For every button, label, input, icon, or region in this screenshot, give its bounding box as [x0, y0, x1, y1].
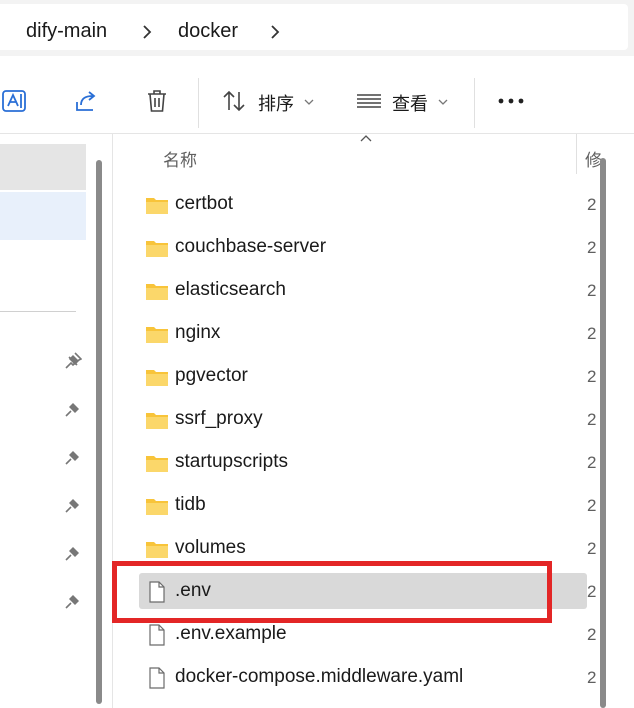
sort-ascending-caret-icon — [360, 135, 372, 142]
breadcrumb-item-dify-main[interactable]: dify-main — [26, 20, 107, 43]
toolbar-divider — [198, 78, 199, 128]
share-icon[interactable] — [73, 88, 99, 114]
navigation-pane — [0, 134, 110, 708]
item-date-truncated: 2 — [587, 324, 597, 343]
folder-row[interactable]: nginx 2 — [139, 315, 596, 351]
more-icon[interactable] — [498, 88, 524, 114]
item-date-truncated: 2 — [587, 625, 597, 644]
item-name: volumes — [175, 537, 246, 558]
view-button-label[interactable]: 查看 — [392, 90, 428, 116]
item-date-truncated: 2 — [587, 496, 597, 515]
annotation-highlight-box — [112, 561, 552, 623]
item-name: couchbase-server — [175, 236, 327, 257]
folder-icon — [146, 327, 168, 343]
pin-icon[interactable] — [64, 592, 82, 610]
file-icon — [149, 667, 165, 689]
folder-row[interactable]: tidb 2 — [139, 487, 596, 523]
item-name: .env.example — [175, 623, 287, 644]
folder-icon — [146, 542, 168, 558]
nav-scrollbar[interactable] — [96, 160, 102, 704]
pin-icon[interactable] — [64, 544, 82, 562]
folder-row[interactable]: couchbase-server 2 — [139, 229, 596, 265]
item-date-truncated: 2 — [587, 539, 597, 558]
folder-icon — [146, 284, 168, 300]
delete-icon[interactable] — [145, 88, 171, 114]
pin-icon[interactable] — [64, 352, 82, 370]
sort-button-label[interactable]: 排序 — [258, 90, 294, 116]
chevron-right-icon[interactable] — [140, 24, 154, 40]
file-icon — [149, 624, 165, 646]
rename-icon[interactable] — [2, 88, 28, 114]
list-scrollbar[interactable] — [600, 158, 606, 708]
item-date-truncated: 2 — [587, 238, 597, 257]
item-name: nginx — [175, 322, 221, 343]
chevron-down-icon[interactable] — [438, 98, 448, 106]
folder-icon — [146, 198, 168, 214]
item-date-truncated: 2 — [587, 453, 597, 472]
folder-icon — [146, 456, 168, 472]
item-name: tidb — [175, 494, 206, 515]
item-name: certbot — [175, 193, 234, 214]
item-date-truncated: 2 — [587, 367, 597, 386]
item-date-truncated: 2 — [587, 410, 597, 429]
chevron-down-icon[interactable] — [304, 98, 314, 106]
nav-item-selected[interactable] — [0, 192, 86, 240]
item-date-truncated: 2 — [587, 195, 597, 214]
folder-row[interactable]: startupscripts 2 — [139, 444, 596, 480]
nav-divider — [0, 311, 76, 312]
folder-row[interactable]: pgvector 2 — [139, 358, 596, 394]
address-bar: dify-main docker — [0, 0, 634, 56]
pin-icon[interactable] — [64, 400, 82, 418]
view-icon[interactable] — [356, 88, 382, 114]
nav-item[interactable] — [0, 144, 86, 190]
column-divider[interactable] — [576, 134, 577, 174]
breadcrumb-item-docker[interactable]: docker — [178, 20, 238, 43]
item-date-truncated: 2 — [587, 582, 597, 601]
item-name: startupscripts — [175, 451, 288, 472]
item-date-truncated: 2 — [587, 281, 597, 300]
folder-row[interactable]: certbot 2 — [139, 186, 596, 222]
folder-row[interactable]: ssrf_proxy 2 — [139, 401, 596, 437]
item-name: ssrf_proxy — [175, 408, 263, 429]
folder-icon — [146, 413, 168, 429]
item-date-truncated: 2 — [587, 668, 597, 687]
folder-icon — [146, 241, 168, 257]
folder-icon — [146, 370, 168, 386]
breadcrumb[interactable]: dify-main docker — [0, 4, 628, 50]
chevron-right-icon[interactable] — [268, 24, 282, 40]
pin-icon[interactable] — [64, 448, 82, 466]
column-header-name[interactable]: 名称 — [163, 146, 197, 171]
toolbar-divider — [474, 78, 475, 128]
item-name: pgvector — [175, 365, 248, 386]
item-name: elasticsearch — [175, 279, 286, 300]
item-name: docker-compose.middleware.yaml — [175, 666, 464, 687]
command-bar: 排序 查看 — [0, 56, 634, 134]
file-row[interactable]: docker-compose.middleware.yaml 2 — [139, 659, 596, 695]
sort-icon[interactable] — [221, 88, 247, 114]
folder-row[interactable]: elasticsearch 2 — [139, 272, 596, 308]
pin-icon[interactable] — [64, 496, 82, 514]
folder-icon — [146, 499, 168, 515]
